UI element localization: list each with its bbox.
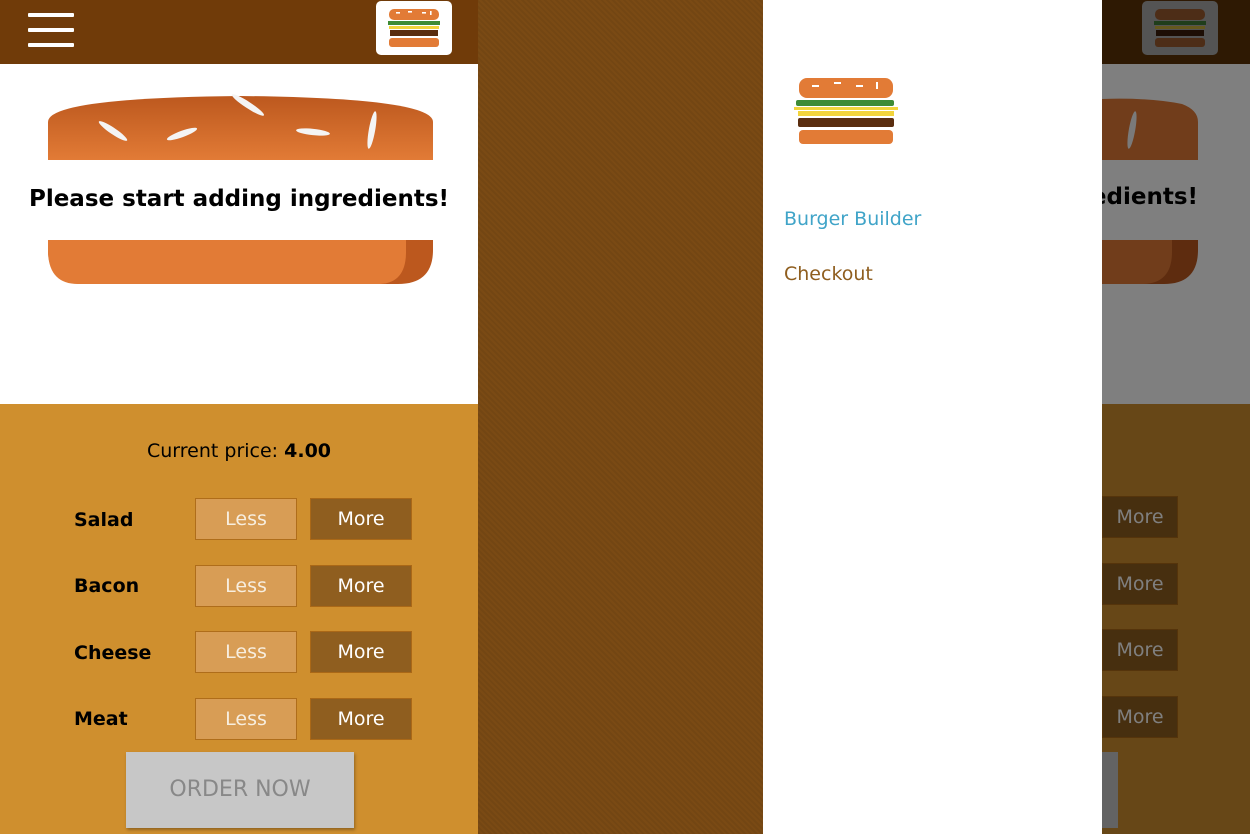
hamburger-menu-icon[interactable] xyxy=(28,11,74,49)
main-app-panel: Please start adding ingredients! Current… xyxy=(0,0,478,834)
bacon-less-button[interactable]: Less xyxy=(195,565,297,607)
bacon-more-button[interactable]: More xyxy=(310,565,412,607)
salad-more-button[interactable]: More xyxy=(310,498,412,540)
ingredient-label-cheese: Cheese xyxy=(74,642,152,664)
dimmed-app-panel: edients! More More More More xyxy=(1102,0,1250,834)
backdrop[interactable] xyxy=(478,0,763,834)
price-label: Current price: xyxy=(146,440,279,462)
ingredient-label-bacon: Bacon xyxy=(74,575,140,597)
burger-preview: Please start adding ingredients! xyxy=(0,64,478,404)
meat-less-button[interactable]: Less xyxy=(195,698,297,740)
burger-logo-icon[interactable] xyxy=(376,1,452,55)
toolbar xyxy=(0,0,478,64)
cheese-less-button[interactable]: Less xyxy=(195,631,297,673)
empty-burger-message: Please start adding ingredients! xyxy=(28,186,450,212)
nav-link-burger-builder[interactable]: Burger Builder xyxy=(784,208,921,230)
bread-top xyxy=(48,94,433,160)
current-price: Current price: 4.00 xyxy=(0,440,478,462)
burger-logo-icon xyxy=(794,78,898,144)
nav-link-checkout[interactable]: Checkout xyxy=(784,263,873,285)
build-controls: Current price: 4.00 Salad Less More Baco… xyxy=(0,404,478,834)
salad-less-button[interactable]: Less xyxy=(195,498,297,540)
order-now-button[interactable]: ORDER NOW xyxy=(126,752,354,828)
side-drawer: Burger Builder Checkout xyxy=(763,0,1102,834)
meat-more-button[interactable]: More xyxy=(310,698,412,740)
backdrop-overlay[interactable] xyxy=(1102,0,1250,834)
ingredient-label-salad: Salad xyxy=(74,509,134,531)
price-value: 4.00 xyxy=(284,440,332,462)
bread-bottom xyxy=(48,240,433,284)
ingredient-label-meat: Meat xyxy=(74,708,128,730)
cheese-more-button[interactable]: More xyxy=(310,631,412,673)
